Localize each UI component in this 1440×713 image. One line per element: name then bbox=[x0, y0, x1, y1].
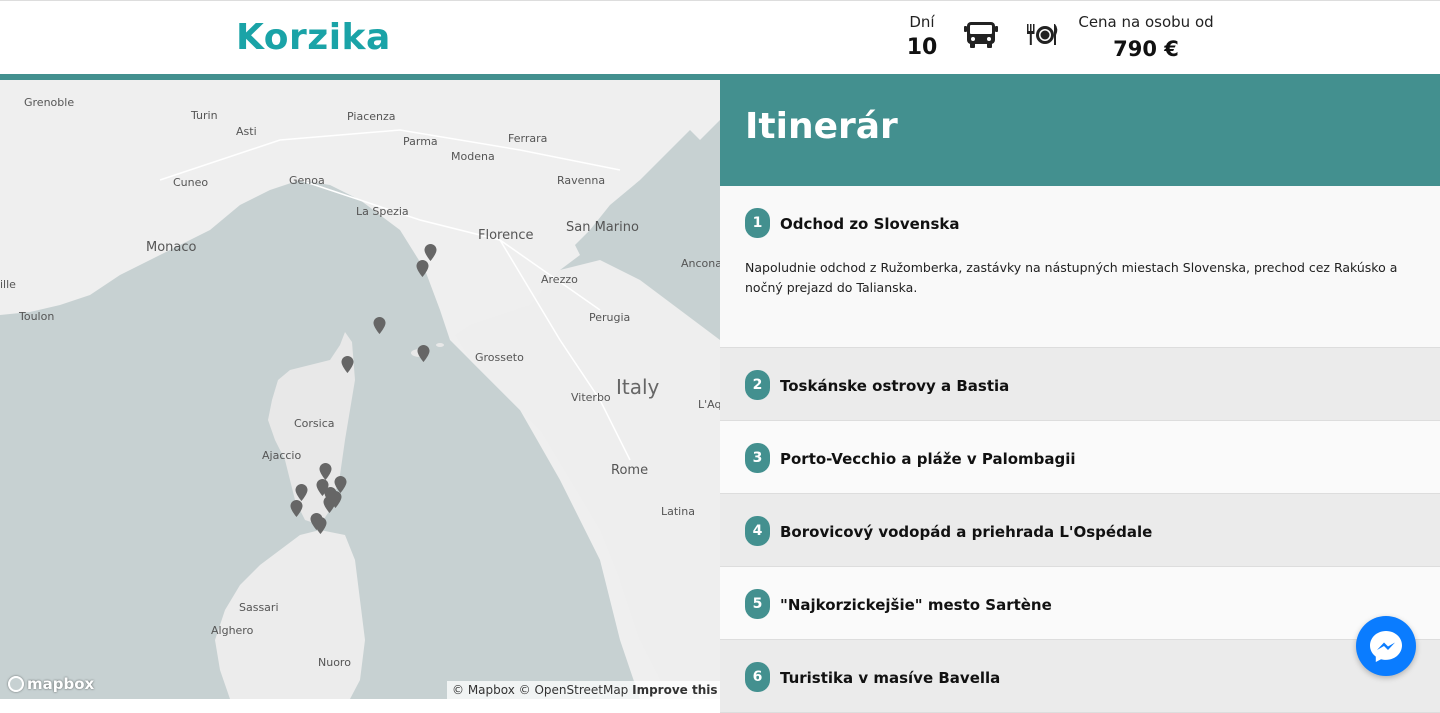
map-label: ille bbox=[0, 278, 16, 291]
mapbox-logo-icon bbox=[8, 676, 24, 692]
map-label: Ferrara bbox=[508, 132, 548, 145]
map-pin-icon[interactable] bbox=[373, 317, 386, 334]
map-label: Alghero bbox=[211, 624, 254, 637]
day-title[interactable]: Porto-Vecchio a pláže v Palombagii bbox=[780, 450, 1076, 468]
map-label: Asti bbox=[236, 125, 257, 138]
map-canvas[interactable] bbox=[0, 80, 720, 699]
day-number-badge: 4 bbox=[745, 516, 770, 546]
day-title[interactable]: "Najkorzickejšie" mesto Sartène bbox=[780, 596, 1052, 614]
map-label: Perugia bbox=[589, 311, 631, 324]
price-info: Cena na osobu od 790 € bbox=[1070, 13, 1222, 61]
map-label: L'Aqui bbox=[698, 398, 720, 411]
improve-map-link[interactable]: Improve this map bbox=[632, 683, 720, 697]
day-title[interactable]: Toskánske ostrovy a Bastia bbox=[780, 377, 1009, 395]
page-title: Korzika bbox=[236, 17, 391, 58]
itinerary-panel: Itinerár 1 Odchod zo Slovenska Napoludni… bbox=[720, 80, 1440, 713]
map-pin-icon[interactable] bbox=[295, 484, 308, 501]
itinerary-day-5[interactable]: 5 "Najkorzickejšie" mesto Sartène bbox=[720, 567, 1440, 640]
map-label: Arezzo bbox=[541, 273, 578, 286]
map-label: Latina bbox=[661, 505, 695, 518]
days-label: Dní bbox=[909, 13, 935, 31]
itinerary-day-6[interactable]: 6 Turistika v masíve Bavella bbox=[720, 640, 1440, 713]
map-pin-icon[interactable] bbox=[314, 517, 327, 534]
attribution-text[interactable]: © Mapbox © OpenStreetMap bbox=[452, 683, 628, 697]
map-label: Italy bbox=[616, 375, 660, 399]
map-label: Parma bbox=[403, 135, 438, 148]
map-label: Ravenna bbox=[557, 174, 606, 187]
itinerary-day-2[interactable]: 2 Toskánske ostrovy a Bastia bbox=[720, 348, 1440, 421]
map-label: Viterbo bbox=[571, 391, 611, 404]
price-value: 790 € bbox=[1113, 37, 1179, 61]
map-label: Cuneo bbox=[173, 176, 209, 189]
map-label: Grosseto bbox=[475, 351, 524, 364]
day-number-badge: 3 bbox=[745, 443, 770, 473]
mapbox-logo-text: mapbox bbox=[27, 675, 95, 693]
map-label: Corsica bbox=[294, 417, 335, 430]
map-label: Sassari bbox=[239, 601, 279, 614]
map-pin-icon[interactable] bbox=[290, 500, 303, 517]
map-pin-icon[interactable] bbox=[417, 345, 430, 362]
price-label: Cena na osobu od bbox=[1078, 13, 1214, 31]
day-number-badge: 6 bbox=[745, 662, 770, 692]
messenger-chat-button[interactable] bbox=[1356, 616, 1416, 676]
map-label: Modena bbox=[451, 150, 495, 163]
map-label: Turin bbox=[191, 109, 218, 122]
map-label: San Marino bbox=[566, 220, 639, 235]
itinerary-day-3[interactable]: 3 Porto-Vecchio a pláže v Palombagii bbox=[720, 421, 1440, 494]
bus-icon bbox=[964, 22, 998, 48]
messenger-icon bbox=[1370, 631, 1402, 662]
day-title[interactable]: Borovicový vodopád a priehrada L'Ospédal… bbox=[780, 523, 1152, 541]
day-number-badge: 1 bbox=[745, 208, 770, 238]
map-pin-icon[interactable] bbox=[319, 463, 332, 480]
day-title[interactable]: Odchod zo Slovenska bbox=[780, 215, 960, 233]
map-pin-icon[interactable] bbox=[341, 356, 354, 373]
meal-icon bbox=[1027, 24, 1058, 45]
map-label: Rome bbox=[611, 463, 649, 478]
map-label: Monaco bbox=[146, 240, 197, 255]
mapbox-logo[interactable]: mapbox bbox=[8, 675, 94, 693]
itinerary-day-4[interactable]: 4 Borovicový vodopád a priehrada L'Ospéd… bbox=[720, 494, 1440, 567]
map-pin-icon[interactable] bbox=[323, 496, 336, 513]
map-label: Ajaccio bbox=[262, 449, 302, 462]
map-label: Ancona bbox=[681, 257, 720, 270]
map-label: Florence bbox=[478, 228, 534, 243]
map-pin-icon[interactable] bbox=[424, 244, 437, 261]
map-label: La Spezia bbox=[356, 205, 409, 218]
itinerary-day-1[interactable]: 1 Odchod zo Slovenska Napoludnie odchod … bbox=[720, 186, 1440, 348]
map-label: Grenoble bbox=[24, 96, 75, 109]
itinerary-heading: Itinerár bbox=[720, 80, 1440, 186]
day-number-badge: 2 bbox=[745, 370, 770, 400]
map-attribution: © Mapbox © OpenStreetMap Improve this ma… bbox=[447, 681, 720, 699]
map[interactable]: Grenoble Turin Asti Cuneo Piacenza Parma… bbox=[0, 80, 720, 699]
map-label: Piacenza bbox=[347, 110, 396, 123]
map-label: Genoa bbox=[289, 174, 325, 187]
day-description: Napoludnie odchod z Ružomberka, zastávky… bbox=[745, 260, 1398, 295]
day-title[interactable]: Turistika v masíve Bavella bbox=[780, 669, 1000, 687]
days-value: 10 bbox=[906, 35, 938, 60]
map-label: Nuoro bbox=[318, 656, 351, 669]
map-pin-icon[interactable] bbox=[416, 260, 429, 277]
days-info: Dní 10 bbox=[900, 13, 944, 60]
header: Korzika Dní 10 Cena na osobu od 790 € bbox=[0, 0, 1440, 74]
day-number-badge: 5 bbox=[745, 589, 770, 619]
map-label: Toulon bbox=[19, 310, 55, 323]
